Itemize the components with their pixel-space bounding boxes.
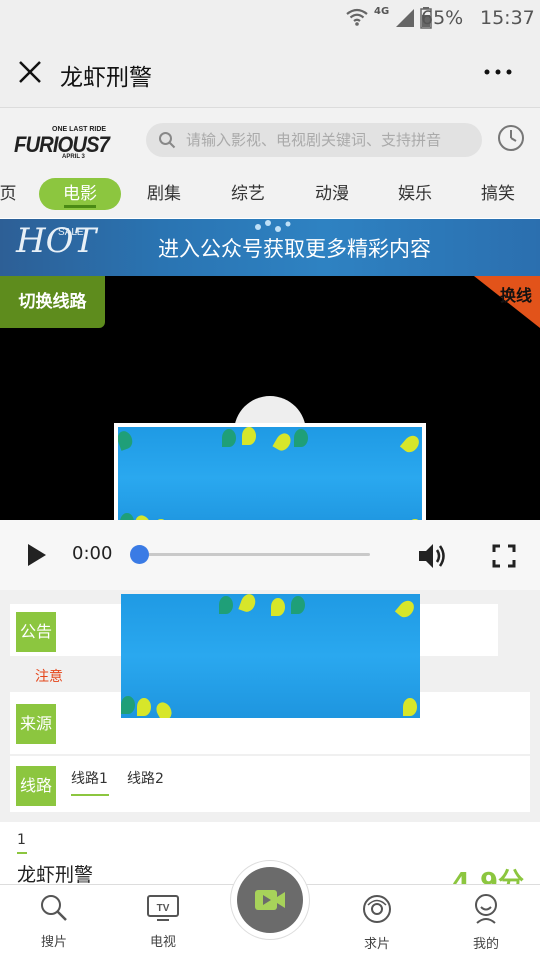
leaf-decoration [394, 597, 418, 621]
film-reel-icon [363, 895, 391, 923]
search-input[interactable] [186, 129, 476, 151]
banner-brand-sale: SALE [58, 227, 84, 238]
nav-request[interactable]: 求片 [347, 893, 407, 959]
search-row: ONE LAST RIDE FURIOUS7 APRIL 3 [0, 108, 540, 172]
line-row: 线路 线路1 线路2 [10, 756, 530, 812]
leaf-decoration [272, 430, 294, 454]
tab-series[interactable]: 剧集 [142, 178, 186, 210]
nav-request-label: 求片 [363, 937, 390, 952]
switch-source-corner[interactable]: 换线 [474, 276, 540, 328]
leaf-decoration [121, 696, 135, 714]
history-clock-icon[interactable] [497, 124, 525, 152]
search-box[interactable] [146, 123, 482, 157]
nav-search[interactable]: 搜片 [24, 893, 84, 959]
logo-bottom-text: APRIL 3 [62, 154, 85, 160]
tab-movies[interactable]: 电影 [39, 178, 121, 210]
user-icon [475, 894, 497, 924]
notice-badge: 公告 [16, 612, 56, 652]
tab-movies-label: 电影 [63, 184, 97, 204]
status-bar: 4G 65% 15:37 [0, 0, 540, 36]
player-controls: 0:00 [0, 520, 540, 590]
svg-text:TV: TV [157, 903, 170, 914]
leaf-decoration [403, 698, 417, 716]
episode-number[interactable]: 1 [17, 832, 27, 854]
more-icon[interactable] [482, 54, 516, 84]
category-tabs: 页 电影 剧集 综艺 动漫 娱乐 搞笑 [0, 172, 540, 218]
banner-brand: HOT [16, 221, 97, 261]
site-logo[interactable]: ONE LAST RIDE FURIOUS7 APRIL 3 [14, 126, 132, 160]
clock: 15:37 [480, 7, 535, 29]
line-option-2[interactable]: 线路2 [127, 768, 164, 788]
leaf-decoration [153, 699, 175, 718]
leaf-decoration [238, 594, 258, 614]
magnifier-icon [41, 895, 67, 921]
leaf-decoration [118, 429, 135, 451]
leaf-decoration [242, 427, 256, 445]
line-badge: 线路 [16, 766, 56, 806]
center-video-button[interactable] [237, 867, 303, 933]
corner-tag-label: 换线 [500, 286, 533, 305]
tv-icon: TV [147, 895, 179, 921]
source-badge: 来源 [16, 704, 56, 744]
movie-title: 龙虾刑警 [17, 864, 94, 886]
wifi-icon [346, 8, 368, 26]
play-icon[interactable] [28, 544, 46, 566]
fullscreen-icon[interactable] [492, 544, 516, 568]
page-title: 龙虾刑警 [60, 65, 152, 91]
signal-icon [396, 9, 414, 27]
line-option-1[interactable]: 线路1 [71, 768, 109, 796]
volume-icon[interactable] [418, 542, 448, 570]
active-tab-indicator [64, 205, 96, 208]
current-time: 0:00 [72, 543, 113, 564]
promo-banner[interactable]: HOT SALE 进入公众号获取更多精彩内容 [0, 219, 540, 276]
switch-line-button[interactable]: 切换线路 [0, 276, 105, 328]
leaf-decoration [399, 432, 422, 456]
banner-message: 进入公众号获取更多精彩内容 [158, 237, 431, 261]
tab-variety[interactable]: 综艺 [226, 178, 270, 210]
tab-entertainment[interactable]: 娱乐 [393, 178, 437, 210]
ad-overlay[interactable] [121, 594, 420, 718]
leaf-decoration [219, 596, 233, 614]
title-bar: 龙虾刑警 [0, 36, 540, 108]
network-type: 4G [374, 6, 390, 17]
notice-text: 注意 [35, 669, 63, 685]
leaf-decoration [137, 698, 151, 716]
search-icon [159, 132, 176, 149]
nav-mine[interactable]: 我的 [456, 893, 516, 959]
leaf-decoration [291, 596, 305, 614]
tab-anime[interactable]: 动漫 [310, 178, 354, 210]
nav-search-label: 搜片 [40, 935, 67, 950]
video-camera-icon [255, 890, 285, 910]
nav-mine-label: 我的 [472, 937, 499, 952]
ad-overlay[interactable] [114, 423, 426, 533]
progress-knob[interactable] [130, 545, 149, 564]
tab-funny[interactable]: 搞笑 [476, 178, 520, 210]
leaf-decoration [222, 429, 236, 447]
close-icon[interactable] [16, 58, 44, 86]
leaf-decoration [271, 598, 285, 616]
tab-home[interactable]: 页 [0, 178, 20, 210]
progress-track[interactable] [140, 553, 370, 556]
nav-tv-label: 电视 [149, 935, 176, 950]
nav-tv[interactable]: TV 电视 [133, 893, 193, 959]
leaf-decoration [294, 429, 308, 447]
battery-percent: 65% [421, 7, 464, 29]
